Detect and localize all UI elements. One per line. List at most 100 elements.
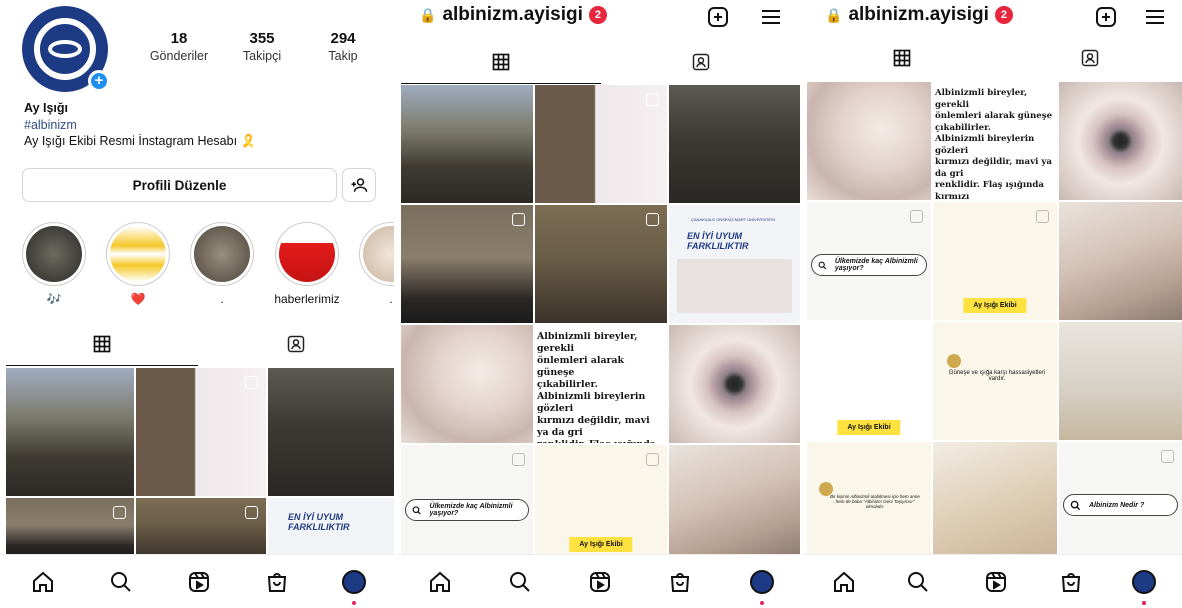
highlight-item[interactable]: haberlerimiz bbox=[274, 222, 340, 306]
post-tile[interactable] bbox=[1059, 82, 1182, 200]
edit-profile-button[interactable]: Profili Düzenle bbox=[22, 168, 337, 202]
profile-nav-button[interactable] bbox=[341, 569, 367, 605]
post-tile[interactable] bbox=[1059, 322, 1182, 440]
plus-square-icon bbox=[1096, 7, 1116, 27]
carousel-icon bbox=[1161, 450, 1174, 463]
highlight-item[interactable]: ❤️ bbox=[105, 222, 171, 306]
question-text: Ülkemizde kaç Albinizmli yaşıyor? bbox=[834, 258, 918, 272]
post-tile[interactable] bbox=[669, 85, 800, 203]
post-tile[interactable]: Ay Işığı Ekibi bbox=[535, 445, 667, 557]
profile-panel: + 18 Gönderiler 355 Takipçi 294 Takip Ay… bbox=[0, 0, 394, 608]
search-icon bbox=[908, 572, 928, 592]
tab-tagged[interactable] bbox=[997, 36, 1182, 80]
profile-tabs bbox=[0, 322, 394, 366]
shop-button[interactable] bbox=[1058, 569, 1084, 595]
post-tile[interactable] bbox=[6, 368, 134, 496]
search-button[interactable] bbox=[905, 569, 931, 595]
notification-dot bbox=[1142, 601, 1146, 605]
highlight-item[interactable]: 🎶 bbox=[21, 222, 87, 306]
profile-avatar-icon bbox=[342, 570, 366, 594]
profile-hashtag[interactable]: #albinizm bbox=[24, 118, 77, 132]
add-story-icon[interactable]: + bbox=[88, 70, 110, 92]
highlight-item[interactable]: . bbox=[358, 222, 394, 306]
post-tile[interactable] bbox=[136, 368, 266, 496]
notification-dot bbox=[760, 601, 764, 605]
post-tile[interactable]: Albinizm Nedir ? bbox=[1059, 442, 1182, 556]
shop-button[interactable] bbox=[667, 569, 693, 595]
carousel-icon bbox=[1036, 210, 1049, 223]
profile-tabs bbox=[397, 40, 800, 84]
username-switcher[interactable]: 🔒 albinizm.ayisigi 2 bbox=[825, 4, 1013, 26]
question-pill: Ülkemizde kaç Albinizmli yaşıyor? bbox=[811, 254, 927, 276]
tagged-icon bbox=[1081, 49, 1098, 67]
followers-count[interactable]: 355 Takipçi bbox=[222, 30, 302, 63]
home-icon bbox=[33, 571, 53, 592]
carousel-icon bbox=[646, 93, 659, 106]
add-person-button[interactable] bbox=[342, 168, 376, 202]
post-tile[interactable] bbox=[535, 205, 667, 323]
tab-grid[interactable] bbox=[6, 322, 198, 366]
carousel-icon bbox=[245, 376, 258, 389]
create-button[interactable] bbox=[706, 5, 730, 34]
search-button[interactable] bbox=[507, 569, 533, 595]
posts-count[interactable]: 18 Gönderiler bbox=[139, 30, 219, 63]
following-count[interactable]: 294 Takip bbox=[303, 30, 383, 63]
post-tile[interactable]: Ülkemizde kaç Albinizmli yaşıyor? bbox=[807, 202, 931, 320]
post-tile[interactable] bbox=[6, 498, 134, 558]
menu-button[interactable] bbox=[1143, 5, 1167, 34]
shop-icon bbox=[670, 573, 690, 592]
post-tile[interactable] bbox=[1059, 202, 1182, 320]
username-switcher[interactable]: 🔒 albinizm.ayisigi 2 bbox=[419, 4, 607, 26]
reels-button[interactable] bbox=[587, 569, 613, 595]
post-tile[interactable] bbox=[807, 82, 931, 200]
highlight-caption: ❤️ bbox=[130, 292, 146, 306]
tab-tagged[interactable] bbox=[198, 322, 394, 366]
menu-button[interactable] bbox=[759, 5, 783, 34]
post-tile[interactable]: ÇANAKKALE ONSEKİZ MART ÜNİVERSİTESİ EN İ… bbox=[669, 205, 800, 323]
post-tile[interactable]: Ay Işığı Ekibi bbox=[807, 322, 931, 440]
shop-button[interactable] bbox=[264, 569, 290, 595]
home-button[interactable] bbox=[831, 569, 857, 595]
post-tile[interactable] bbox=[669, 325, 800, 443]
grid-icon bbox=[93, 335, 111, 352]
following-count-value: 294 bbox=[330, 30, 356, 47]
post-tile[interactable]: EN İYİ UYUM FARKLILIKTIR bbox=[268, 498, 394, 558]
team-tag: Ay Işığı Ekibi bbox=[837, 420, 901, 435]
create-button[interactable] bbox=[1094, 5, 1118, 34]
highlight-item[interactable]: . bbox=[189, 222, 255, 306]
shop-icon bbox=[1061, 573, 1081, 592]
post-tile[interactable]: Albinizmli bireyler, gerekli önlemleri a… bbox=[535, 325, 667, 443]
shop-icon bbox=[267, 573, 287, 592]
post-tile[interactable] bbox=[933, 442, 1057, 556]
menu-icon bbox=[762, 10, 780, 24]
post-tile[interactable]: Ay Işığı Ekibi bbox=[933, 202, 1057, 320]
highlight-caption: 🎶 bbox=[46, 292, 62, 306]
post-tile[interactable] bbox=[268, 368, 394, 496]
post-tile[interactable] bbox=[669, 445, 800, 557]
post-tile[interactable] bbox=[401, 325, 533, 443]
profile-nav-button[interactable] bbox=[749, 569, 775, 605]
post-tile[interactable] bbox=[136, 498, 266, 558]
grid-panel-3: 🔒 albinizm.ayisigi 2 Albinizmli bireyler… bbox=[803, 0, 1182, 608]
search-button[interactable] bbox=[108, 569, 134, 595]
posts-grid: EN İYİ UYUM FARKLILIKTIR bbox=[6, 368, 394, 558]
post-tile[interactable]: Ülkemizde kaç Albinizmli yaşıyor? bbox=[401, 445, 533, 557]
post-tile[interactable] bbox=[401, 205, 533, 323]
post-tile[interactable]: Albinizmli bireyler, gerekli önlemleri a… bbox=[933, 82, 1057, 200]
notification-badge: 2 bbox=[588, 6, 607, 24]
tab-grid[interactable] bbox=[401, 40, 601, 84]
question-text: Albinizm Nedir ? bbox=[1089, 501, 1145, 509]
home-button[interactable] bbox=[427, 569, 453, 595]
post-tile[interactable]: Güneşe ve ışığa karşı hassasiyetleri var… bbox=[933, 322, 1057, 440]
post-tile[interactable] bbox=[401, 85, 533, 203]
team-tag: Ay Işığı Ekibi bbox=[569, 537, 633, 552]
post-tile[interactable]: Bir kişinin Albinizmli olabilmesi için h… bbox=[807, 442, 931, 556]
reels-button[interactable] bbox=[186, 569, 212, 595]
grid-icon bbox=[492, 53, 510, 70]
home-button[interactable] bbox=[30, 569, 56, 595]
tab-grid[interactable] bbox=[807, 36, 997, 80]
post-tile[interactable] bbox=[535, 85, 667, 203]
profile-nav-button[interactable] bbox=[1131, 569, 1157, 605]
reels-button[interactable] bbox=[983, 569, 1009, 595]
tab-tagged[interactable] bbox=[601, 40, 800, 84]
